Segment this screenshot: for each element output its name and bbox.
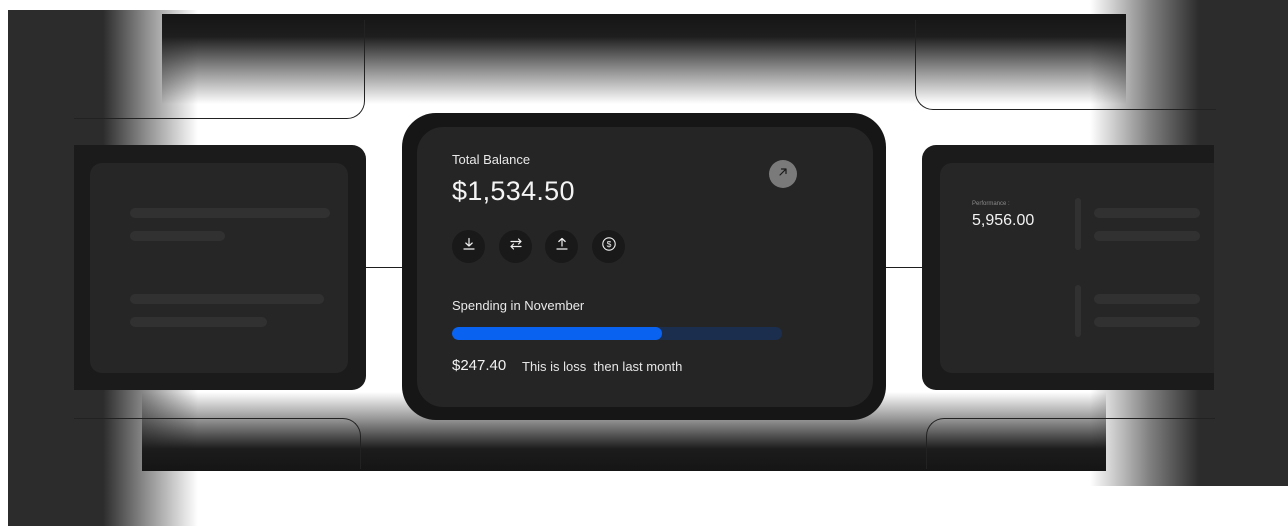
skeleton-line — [130, 208, 330, 218]
connector-outline-top-left — [74, 20, 365, 119]
spending-comparison-note: This is loss then last month — [522, 359, 683, 374]
skeleton-divider — [1075, 198, 1081, 250]
spending-label: Spending in November — [452, 298, 585, 313]
svg-text:$: $ — [606, 239, 611, 249]
skeleton-line — [1094, 231, 1200, 241]
connector-line-left — [364, 267, 404, 268]
dollar-icon: $ — [601, 236, 617, 257]
skeleton-divider — [1075, 285, 1081, 337]
download-button[interactable] — [452, 230, 485, 263]
connector-line-right — [886, 267, 924, 268]
upload-icon — [554, 236, 570, 257]
spending-amount: $247.40 — [452, 357, 507, 374]
connector-outline-top-right — [915, 20, 1216, 110]
skeleton-line — [1094, 317, 1200, 327]
performance-value: 5,956.00 — [972, 212, 1035, 229]
transfer-button[interactable] — [499, 230, 532, 263]
upload-button[interactable] — [545, 230, 578, 263]
placeholder-card-left-inner — [90, 163, 348, 373]
total-balance-amount: $1,534.50 — [452, 176, 575, 206]
performance-card-inner — [940, 163, 1214, 373]
spending-progress-fill — [452, 327, 662, 340]
transfer-icon — [508, 236, 524, 257]
connector-outline-bottom-right — [926, 418, 1215, 469]
skeleton-line — [130, 294, 324, 304]
download-icon — [461, 236, 477, 257]
skeleton-line — [130, 317, 267, 327]
spending-progress-bar — [452, 327, 782, 340]
total-balance-label: Total Balance — [452, 152, 531, 167]
skeleton-line — [130, 231, 225, 241]
dollar-button[interactable]: $ — [592, 230, 625, 263]
connector-outline-bottom-left — [74, 418, 361, 469]
skeleton-line — [1094, 294, 1200, 304]
performance-label: Performance : — [972, 201, 1010, 207]
skeleton-line — [1094, 208, 1200, 218]
arrow-up-right-icon — [777, 165, 789, 183]
expand-button[interactable] — [769, 160, 797, 188]
